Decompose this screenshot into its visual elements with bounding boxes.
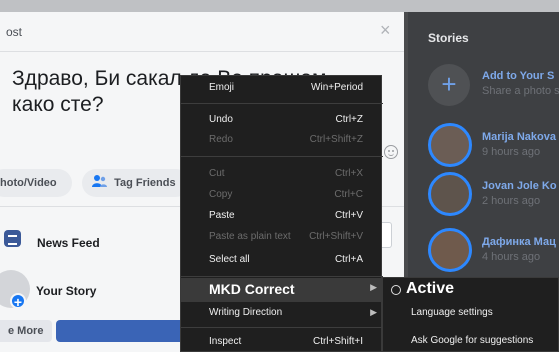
menu-item-undo[interactable]: Undo Ctrl+Z xyxy=(181,110,383,132)
menu-item-redo[interactable]: Redo Ctrl+Shift+Z xyxy=(181,130,383,152)
menu-separator xyxy=(181,327,383,328)
story-item[interactable]: Дафинка Мац 4 hours ago xyxy=(428,228,559,276)
menu-item-label: Inspect xyxy=(209,336,242,347)
menu-item-copy[interactable]: Copy Ctrl+C xyxy=(181,185,383,207)
menu-item-paste[interactable]: Paste Ctrl+V xyxy=(181,206,383,228)
add-story-button[interactable]: + xyxy=(428,64,470,106)
story-item[interactable]: Marija Nakova 9 hours ago xyxy=(428,123,559,171)
menu-item-shortcut: Ctrl+A xyxy=(334,254,363,265)
menu-item-label: Redo xyxy=(209,134,233,145)
menu-separator xyxy=(181,103,383,104)
menu-item-label: Writing Direction xyxy=(209,307,283,318)
see-more-button[interactable]: e More xyxy=(0,320,52,342)
menu-item-label: Emoji xyxy=(209,82,235,93)
submenu-item-ask-google[interactable]: Ask Google for suggestions xyxy=(411,335,533,346)
menu-item-inspect[interactable]: Inspect Ctrl+Shift+I xyxy=(181,332,383,352)
plus-icon: + xyxy=(441,69,457,99)
menu-item-label: Select all xyxy=(209,254,250,265)
window-top-strip xyxy=(0,0,559,12)
submenu-item-active[interactable]: Active xyxy=(383,278,559,302)
story-avatar xyxy=(428,172,472,216)
menu-item-shortcut: Ctrl+X xyxy=(334,168,363,179)
menu-item-label: Copy xyxy=(209,189,233,200)
story-author: Marija Nakova xyxy=(482,131,556,143)
news-feed-icon xyxy=(4,230,21,247)
chevron-right-icon: ▶ xyxy=(370,307,377,317)
menu-item-writing-direction[interactable]: Writing Direction ▶ xyxy=(181,303,383,325)
menu-item-label: MKD Correct xyxy=(209,281,295,297)
story-time: 4 hours ago xyxy=(482,251,541,263)
tag-friends-label: Tag Friends xyxy=(114,177,176,189)
dialog-title: ost xyxy=(6,25,23,39)
story-item[interactable]: Jovan Jole Ko 2 hours ago xyxy=(428,172,559,220)
tag-friends-button[interactable]: Tag Friends xyxy=(82,169,190,197)
menu-item-shortcut: Ctrl+V xyxy=(334,210,363,221)
photo-video-label: hoto/Video xyxy=(0,177,57,189)
menu-item-mkd-correct[interactable]: MKD Correct ▶ xyxy=(181,278,383,302)
menu-item-emoji[interactable]: Emoji Win+Period xyxy=(181,78,383,100)
menu-item-shortcut: Ctrl+Shift+Z xyxy=(309,134,363,145)
menu-item-label: Cut xyxy=(209,168,225,179)
submenu-active-label: Active xyxy=(406,280,455,297)
menu-item-shortcut: Win+Period xyxy=(311,82,363,93)
close-icon[interactable]: × xyxy=(380,20,391,41)
story-author: Jovan Jole Ko xyxy=(482,180,557,192)
menu-item-shortcut: Ctrl+C xyxy=(334,189,363,200)
menu-item-paste-plain[interactable]: Paste as plain text Ctrl+Shift+V xyxy=(181,227,383,249)
story-avatar xyxy=(428,228,472,272)
menu-item-shortcut: Ctrl+Shift+V xyxy=(309,231,363,242)
news-feed-option[interactable]: News Feed xyxy=(37,236,100,250)
stories-title: Stories xyxy=(428,31,469,45)
menu-item-shortcut: Ctrl+Shift+I xyxy=(312,336,363,347)
photo-video-button[interactable]: hoto/Video xyxy=(0,169,72,197)
context-menu: Emoji Win+Period Undo Ctrl+Z Redo Ctrl+S… xyxy=(180,75,383,352)
submenu-item-language-settings[interactable]: Language settings xyxy=(411,307,493,318)
add-story-title[interactable]: Add to Your S xyxy=(482,70,554,82)
tag-friends-icon xyxy=(92,175,107,187)
emoji-icon[interactable] xyxy=(384,145,398,159)
menu-item-shortcut: Ctrl+Z xyxy=(335,114,364,125)
dialog-header: ost × xyxy=(0,12,404,52)
plus-icon: + xyxy=(10,293,26,310)
menu-item-label: Paste as plain text xyxy=(209,231,291,242)
menu-item-label: Undo xyxy=(209,114,233,125)
menu-item-select-all[interactable]: Select all Ctrl+A xyxy=(181,250,383,272)
mkd-correct-submenu: Active Language settings Ask Google for … xyxy=(382,277,559,352)
story-time: 9 hours ago xyxy=(482,146,541,158)
story-author: Дафинка Мац xyxy=(482,236,556,248)
story-time: 2 hours ago xyxy=(482,195,541,207)
chevron-right-icon: ▶ xyxy=(370,282,377,292)
menu-item-label: Paste xyxy=(209,210,235,221)
radio-icon xyxy=(391,285,401,295)
add-story-subtitle: Share a photo something xyxy=(482,85,559,97)
menu-separator xyxy=(181,156,383,157)
side-input-field[interactable] xyxy=(382,222,392,248)
menu-separator xyxy=(181,276,383,277)
your-story-option[interactable]: Your Story xyxy=(36,284,96,298)
menu-item-cut[interactable]: Cut Ctrl+X xyxy=(181,164,383,186)
story-avatar xyxy=(428,123,472,167)
